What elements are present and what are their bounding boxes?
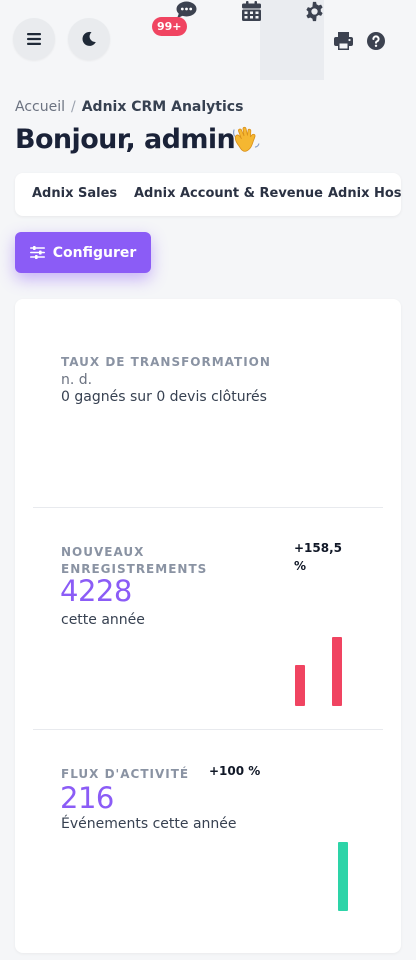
breadcrumb: Accueil / Adnix CRM Analytics	[15, 99, 243, 115]
breadcrumb-current: Adnix CRM Analytics	[81, 99, 244, 115]
calendar-icon	[241, 1, 261, 21]
kpi-divider	[33, 507, 383, 508]
conversion-rate-title: TAUX DE TRANSFORMATION	[61, 355, 271, 369]
activity-flow-bar-1	[338, 842, 348, 911]
registrations-subtitle: cette année	[61, 612, 145, 628]
kpi-card: TAUX DE TRANSFORMATION n. d. 0 gagnés su…	[15, 299, 401, 953]
registrations-title: NOUVEAUX ENREGISTREMENTS	[61, 544, 207, 578]
waving-hand-icon	[232, 126, 260, 152]
help-button[interactable]	[366, 31, 385, 50]
registrations-change-line2: %	[294, 559, 307, 573]
configure-button[interactable]: Configurer	[15, 232, 151, 273]
sliders-icon	[29, 246, 45, 259]
menu-icon	[27, 33, 41, 45]
gear-icon	[305, 1, 323, 21]
dark-mode-toggle[interactable]	[68, 18, 110, 60]
tab-adnix-hospitality[interactable]: Adnix Hospitality	[328, 186, 401, 201]
help-icon	[366, 31, 385, 50]
calendar-button[interactable]	[241, 1, 261, 21]
tab-adnix-sales[interactable]: Adnix Sales	[32, 186, 117, 201]
registrations-bar-1	[295, 665, 305, 706]
activity-flow-subtitle: Événements cette année	[61, 816, 237, 832]
printer-icon	[333, 32, 353, 50]
activity-flow-value: 216	[60, 781, 114, 815]
menu-button[interactable]	[13, 18, 55, 60]
page-title: Bonjour, admin	[15, 124, 236, 155]
registrations-change: +158,5 %	[294, 539, 342, 575]
conversion-rate-value: n. d.	[61, 372, 93, 388]
print-button[interactable]	[333, 31, 353, 51]
registrations-bar-2	[332, 637, 342, 706]
breadcrumb-home-link[interactable]: Accueil	[15, 99, 65, 115]
breadcrumb-separator: /	[71, 99, 76, 115]
registrations-title-line1: NOUVEAUX	[61, 545, 145, 559]
dashboard-tabs: Adnix Sales Adnix Account & Revenue Adni…	[15, 173, 401, 216]
kpi-divider	[33, 729, 383, 730]
registrations-value: 4228	[60, 574, 132, 608]
tab-adnix-account-revenue[interactable]: Adnix Account & Revenue	[134, 186, 323, 201]
configure-button-label: Configurer	[52, 244, 137, 261]
activity-flow-change: +100 %	[209, 764, 261, 778]
settings-button[interactable]	[303, 0, 325, 22]
conversion-rate-subtitle: 0 gagnés sur 0 devis clôturés	[61, 389, 267, 405]
top-bar: 99+	[0, 0, 416, 80]
moon-icon	[82, 31, 96, 46]
registrations-change-line1: +158,5	[294, 541, 343, 555]
notifications-badge[interactable]: 99+	[152, 17, 187, 36]
